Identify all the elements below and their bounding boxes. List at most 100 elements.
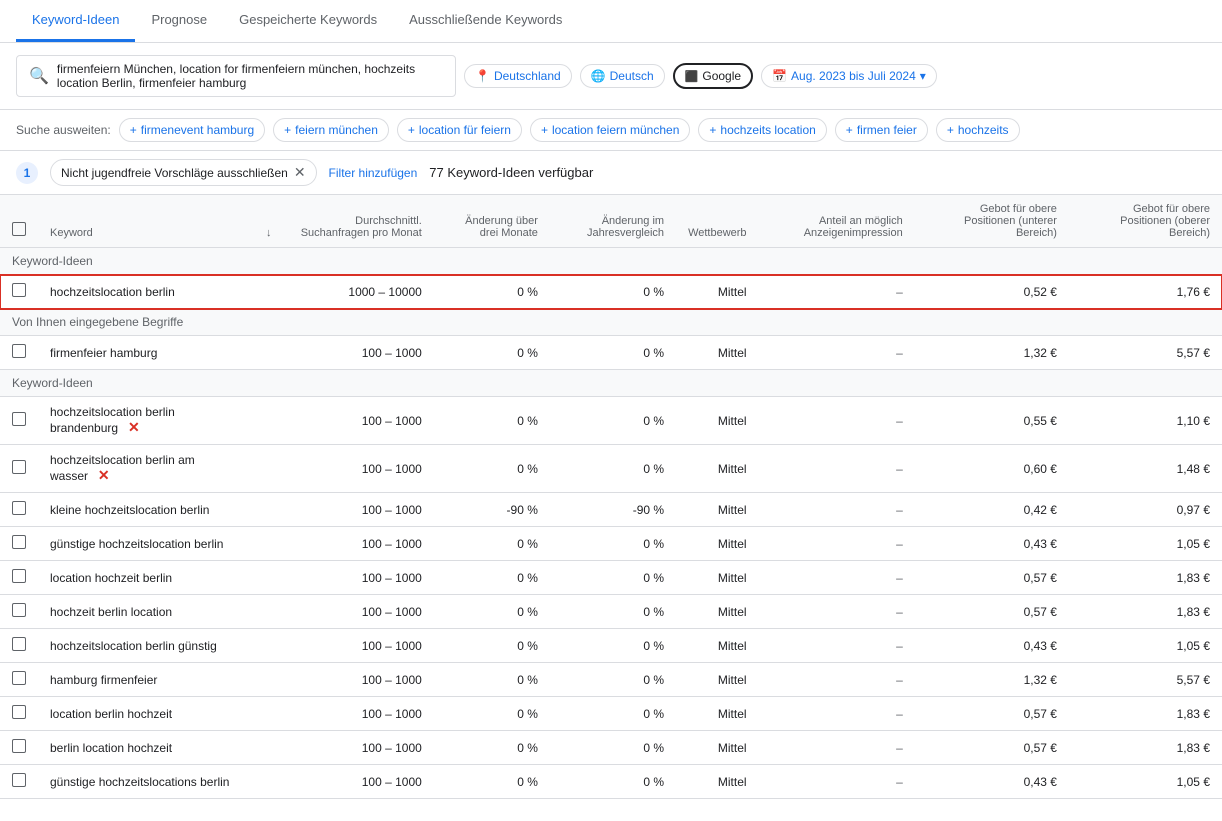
suggestion-hochzeits-location[interactable]: + hochzeits location bbox=[698, 118, 826, 142]
row-impression-share: – bbox=[759, 765, 915, 799]
row-checkbox[interactable] bbox=[12, 283, 26, 297]
suggestion-feiern-muenchen[interactable]: + feiern münchen bbox=[273, 118, 389, 142]
row-competition: Mittel bbox=[676, 493, 759, 527]
row-change-3m: 0 % bbox=[434, 397, 550, 445]
row-competition: Mittel bbox=[676, 275, 759, 309]
row-bid-high: 1,10 € bbox=[1069, 397, 1222, 445]
th-competition: Wettbewerb bbox=[676, 195, 759, 248]
keyword-count: 77 Keyword-Ideen verfügbar bbox=[429, 165, 593, 180]
th-change-3m: Änderung über drei Monate bbox=[434, 195, 550, 248]
table-row: günstige hochzeitslocation berlin100 – 1… bbox=[0, 527, 1222, 561]
row-checkbox[interactable] bbox=[12, 705, 26, 719]
row-competition: Mittel bbox=[676, 629, 759, 663]
row-competition: Mittel bbox=[676, 731, 759, 765]
row-competition: Mittel bbox=[676, 397, 759, 445]
search-text: firmenfeiern München, location for firme… bbox=[57, 62, 443, 90]
filter-pill-google[interactable]: ⬛ Google bbox=[673, 63, 753, 89]
row-impression-share: – bbox=[759, 595, 915, 629]
filter-chip-jugendfreie[interactable]: Nicht jugendfreie Vorschläge ausschließe… bbox=[50, 159, 317, 186]
tab-keyword-ideen[interactable]: Keyword-Ideen bbox=[16, 0, 135, 42]
row-competition: Mittel bbox=[676, 663, 759, 697]
row-bid-high: 0,97 € bbox=[1069, 493, 1222, 527]
row-checkbox-cell bbox=[0, 493, 38, 527]
row-checkbox[interactable] bbox=[12, 535, 26, 549]
google-icon: ⬛ bbox=[685, 70, 699, 83]
row-avg-search: 100 – 1000 bbox=[284, 445, 434, 493]
row-bid-low: 0,60 € bbox=[915, 445, 1069, 493]
row-keyword: firmenfeier hamburg bbox=[38, 336, 254, 370]
close-filter-icon[interactable]: ✕ bbox=[294, 164, 306, 181]
row-checkbox[interactable] bbox=[12, 344, 26, 358]
row-checkbox[interactable] bbox=[12, 671, 26, 685]
row-bid-low: 0,43 € bbox=[915, 527, 1069, 561]
table-row: günstige hochzeitslocations berlin100 – … bbox=[0, 765, 1222, 799]
row-change-yoy: 0 % bbox=[550, 445, 676, 493]
row-bid-low: 0,55 € bbox=[915, 397, 1069, 445]
row-keyword: berlin location hochzeit bbox=[38, 731, 254, 765]
add-filter-button[interactable]: Filter hinzufügen bbox=[329, 166, 418, 180]
table-row: berlin location hochzeit100 – 10000 %0 %… bbox=[0, 731, 1222, 765]
row-competition: Mittel bbox=[676, 445, 759, 493]
select-all-checkbox[interactable] bbox=[12, 222, 26, 236]
row-checkbox[interactable] bbox=[12, 637, 26, 651]
row-checkbox[interactable] bbox=[12, 569, 26, 583]
row-avg-search: 100 – 1000 bbox=[284, 765, 434, 799]
suggestion-location-feiern[interactable]: + location für feiern bbox=[397, 118, 522, 142]
th-impression-share: Anteil an möglich Anzeigenimpression bbox=[759, 195, 915, 248]
section-header-row: Von Ihnen eingegebene Begriffe bbox=[0, 309, 1222, 336]
suggestion-hochzeits[interactable]: + hochzeits bbox=[936, 118, 1020, 142]
row-avg-search: 100 – 1000 bbox=[284, 731, 434, 765]
row-impression-share: – bbox=[759, 445, 915, 493]
suggestion-firmenevent-hamburg[interactable]: + firmenevent hamburg bbox=[119, 118, 265, 142]
table-row: hochzeitslocation berlin günstig100 – 10… bbox=[0, 629, 1222, 663]
filter-pill-date[interactable]: 📅 Aug. 2023 bis Juli 2024 ▾ bbox=[761, 64, 937, 88]
row-checkbox-cell bbox=[0, 397, 38, 445]
row-change-3m: 0 % bbox=[434, 336, 550, 370]
row-bid-high: 1,05 € bbox=[1069, 765, 1222, 799]
tab-prognose[interactable]: Prognose bbox=[135, 0, 223, 42]
section-header-row: Keyword-Ideen bbox=[0, 248, 1222, 275]
search-input-wrap[interactable]: 🔍 firmenfeiern München, location for fir… bbox=[16, 55, 456, 97]
suggestion-location-feiern-muenchen[interactable]: + location feiern münchen bbox=[530, 118, 690, 142]
row-bid-high: 5,57 € bbox=[1069, 663, 1222, 697]
row-competition: Mittel bbox=[676, 595, 759, 629]
filter-chip-label: Nicht jugendfreie Vorschläge ausschließe… bbox=[61, 166, 288, 180]
suggestions-label: Suche ausweiten: bbox=[16, 123, 111, 137]
row-checkbox-cell bbox=[0, 445, 38, 493]
row-competition: Mittel bbox=[676, 697, 759, 731]
tab-gespeicherte-keywords[interactable]: Gespeicherte Keywords bbox=[223, 0, 393, 42]
row-checkbox[interactable] bbox=[12, 460, 26, 474]
row-bid-high: 1,48 € bbox=[1069, 445, 1222, 493]
row-change-yoy: 0 % bbox=[550, 629, 676, 663]
row-change-3m: 0 % bbox=[434, 697, 550, 731]
excluded-icon: ✕ bbox=[124, 419, 140, 435]
row-checkbox[interactable] bbox=[12, 603, 26, 617]
tab-ausschliessende-keywords[interactable]: Ausschließende Keywords bbox=[393, 0, 578, 42]
filter-row: 1 Nicht jugendfreie Vorschläge ausschlie… bbox=[0, 151, 1222, 195]
row-checkbox[interactable] bbox=[12, 739, 26, 753]
section-header-label: Keyword-Ideen bbox=[0, 370, 1222, 397]
row-checkbox-cell bbox=[0, 336, 38, 370]
keyword-table-wrap: Keyword ↓ Durchschnittl. Suchanfragen pr… bbox=[0, 195, 1222, 799]
row-avg-search: 100 – 1000 bbox=[284, 561, 434, 595]
row-checkbox[interactable] bbox=[12, 412, 26, 426]
row-checkbox[interactable] bbox=[12, 501, 26, 515]
row-change-3m: 0 % bbox=[434, 445, 550, 493]
row-keyword: hochzeit berlin location bbox=[38, 595, 254, 629]
row-competition: Mittel bbox=[676, 527, 759, 561]
row-change-yoy: 0 % bbox=[550, 765, 676, 799]
row-bid-low: 0,57 € bbox=[915, 731, 1069, 765]
row-avg-search: 100 – 1000 bbox=[284, 663, 434, 697]
row-change-yoy: 0 % bbox=[550, 336, 676, 370]
th-checkbox bbox=[0, 195, 38, 248]
row-checkbox[interactable] bbox=[12, 773, 26, 787]
row-change-yoy: 0 % bbox=[550, 275, 676, 309]
row-checkbox-cell bbox=[0, 765, 38, 799]
filter-pill-deutschland[interactable]: 📍 Deutschland bbox=[464, 64, 572, 88]
row-change-3m: 0 % bbox=[434, 561, 550, 595]
suggestion-firmen-feier[interactable]: + firmen feier bbox=[835, 118, 928, 142]
row-competition: Mittel bbox=[676, 336, 759, 370]
th-sort[interactable]: ↓ bbox=[254, 195, 284, 248]
row-checkbox-cell bbox=[0, 275, 38, 309]
filter-pill-deutsch[interactable]: 🌐 Deutsch bbox=[580, 64, 665, 88]
